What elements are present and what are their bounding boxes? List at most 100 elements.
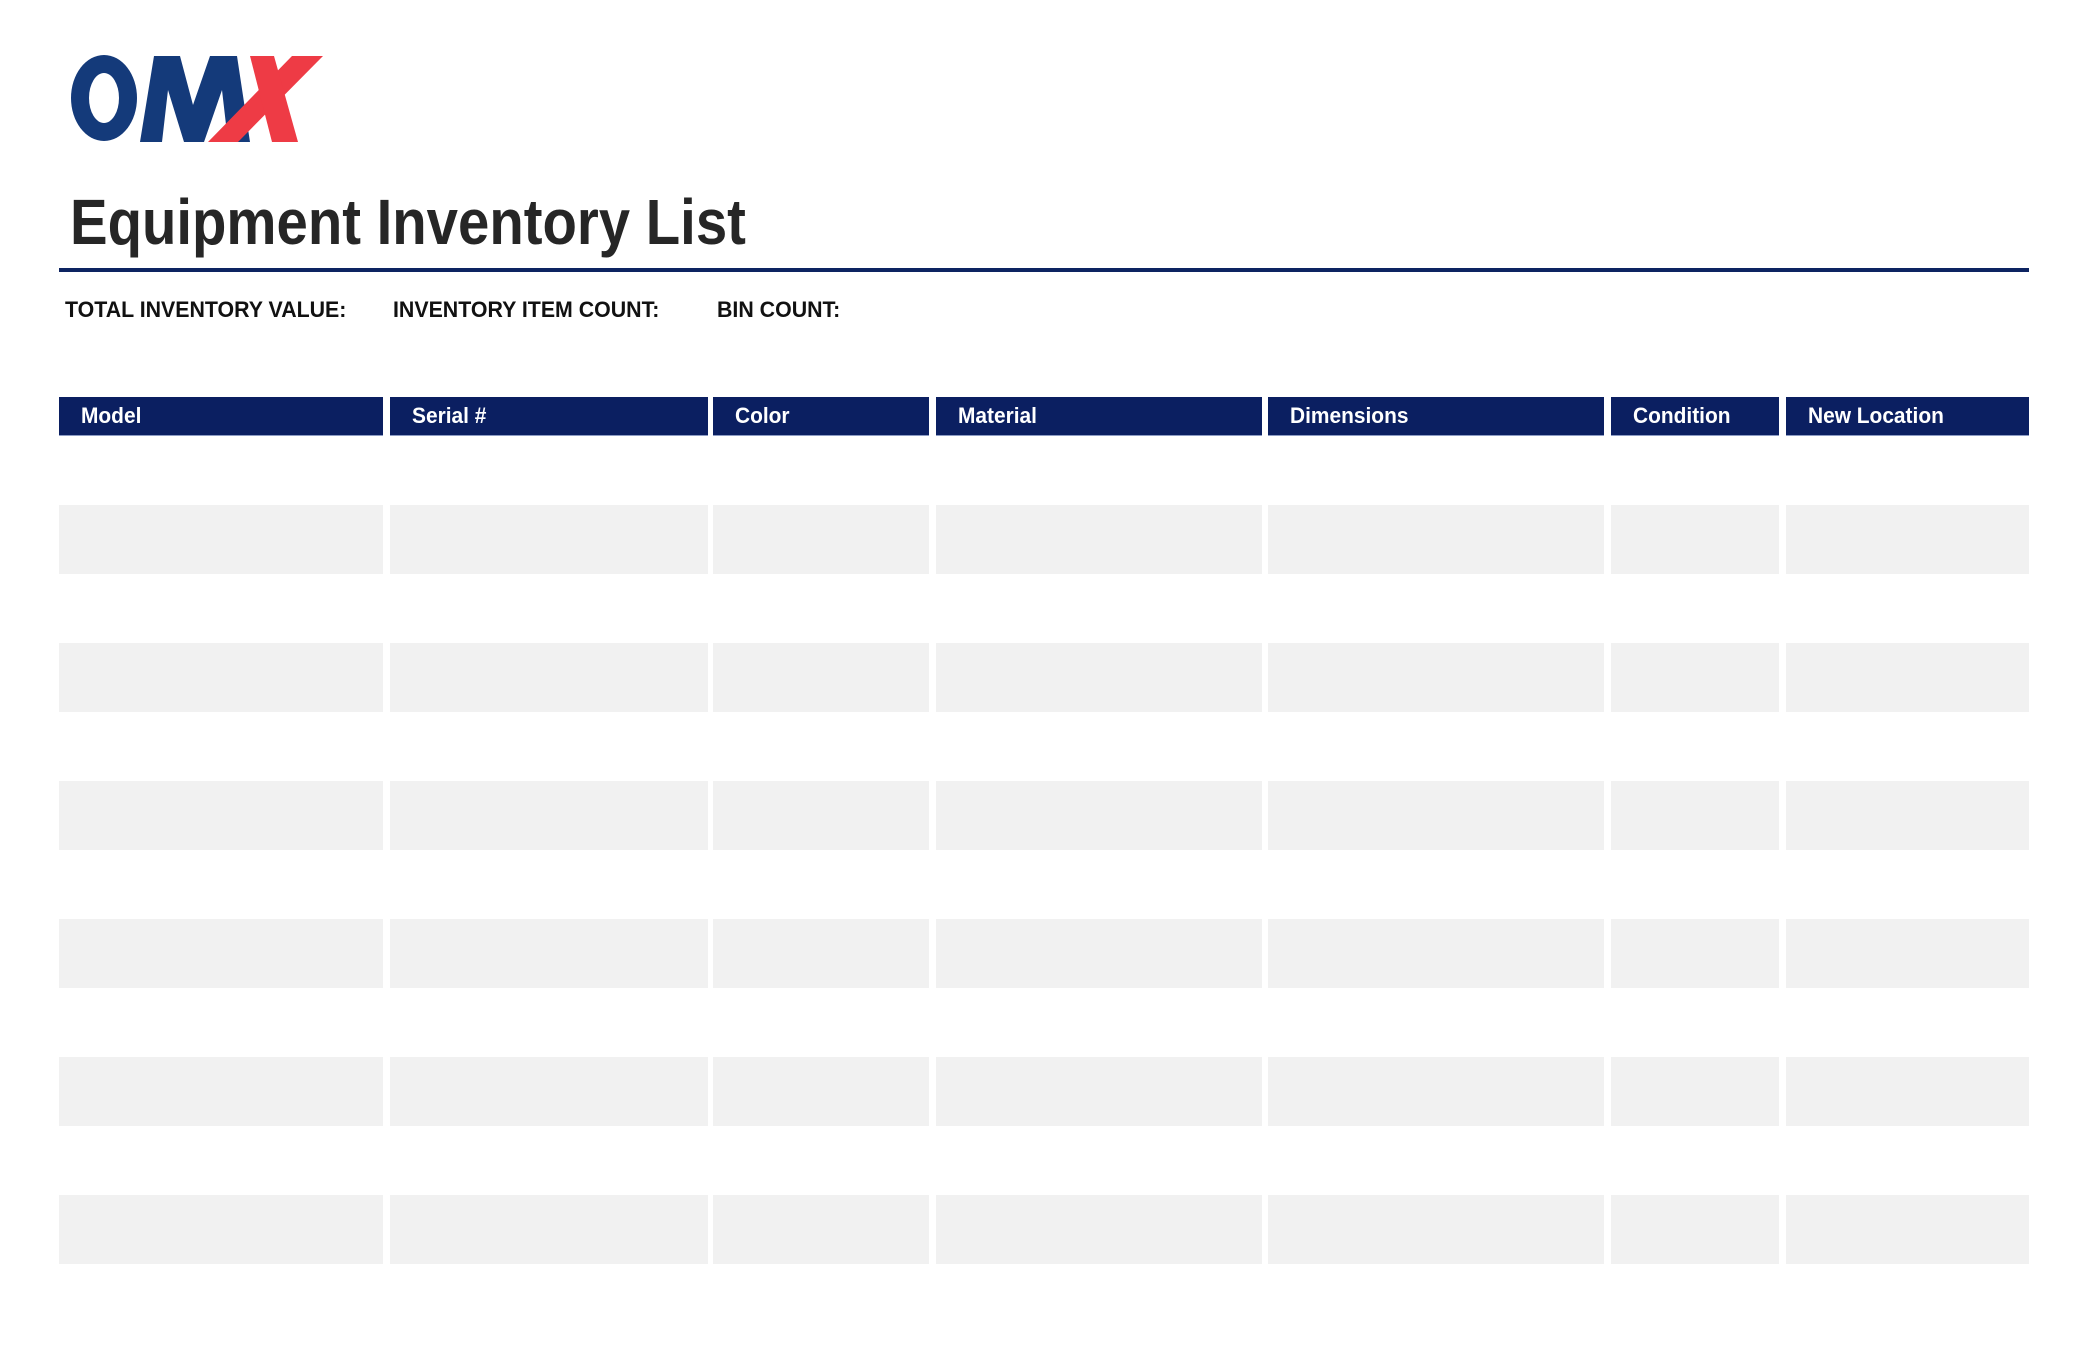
table-cell[interactable] bbox=[713, 850, 929, 919]
title-divider bbox=[59, 268, 2029, 272]
table-cell[interactable] bbox=[1268, 919, 1604, 988]
table-cell[interactable] bbox=[1268, 1195, 1604, 1264]
column-header-dimensions: Dimensions bbox=[1268, 397, 1604, 436]
column-header-label: Material bbox=[958, 403, 1037, 428]
table-cell[interactable] bbox=[59, 1195, 383, 1264]
table-cell[interactable] bbox=[59, 1057, 383, 1126]
table-cell[interactable] bbox=[1268, 850, 1604, 919]
column-header-label: Serial # bbox=[412, 403, 487, 428]
table-cell[interactable] bbox=[713, 643, 929, 712]
table-cell[interactable] bbox=[1786, 988, 2029, 1057]
table-cell[interactable] bbox=[59, 505, 383, 574]
table-cell[interactable] bbox=[390, 781, 708, 850]
table-cell[interactable] bbox=[936, 781, 1262, 850]
table-cell[interactable] bbox=[936, 850, 1262, 919]
column-header-label: Model bbox=[81, 403, 142, 428]
table-cell[interactable] bbox=[1611, 436, 1779, 505]
table-cell[interactable] bbox=[1786, 574, 2029, 643]
table-cell[interactable] bbox=[936, 919, 1262, 988]
table-cell[interactable] bbox=[713, 712, 929, 781]
omx-logo bbox=[71, 55, 323, 142]
table-cell[interactable] bbox=[390, 1126, 708, 1195]
table-cell[interactable] bbox=[59, 436, 383, 505]
table-cell[interactable] bbox=[1611, 781, 1779, 850]
table-cell[interactable] bbox=[390, 712, 708, 781]
table-cell[interactable] bbox=[390, 574, 708, 643]
table-cell[interactable] bbox=[713, 1195, 929, 1264]
table-cell[interactable] bbox=[1786, 1126, 2029, 1195]
column-header-label: Condition bbox=[1633, 403, 1731, 428]
table-cell[interactable] bbox=[390, 850, 708, 919]
table-cell[interactable] bbox=[936, 1195, 1262, 1264]
table-cell[interactable] bbox=[936, 1126, 1262, 1195]
table-cell[interactable] bbox=[390, 1057, 708, 1126]
column-header-label: New Location bbox=[1808, 403, 1944, 428]
table-cell[interactable] bbox=[59, 643, 383, 712]
table-cell[interactable] bbox=[713, 781, 929, 850]
table-cell[interactable] bbox=[390, 1195, 708, 1264]
table-cell[interactable] bbox=[713, 436, 929, 505]
bin-count-label: BIN COUNT: bbox=[717, 297, 841, 322]
table-cell[interactable] bbox=[390, 643, 708, 712]
table-cell[interactable] bbox=[1611, 643, 1779, 712]
table-cell[interactable] bbox=[1268, 712, 1604, 781]
table-cell[interactable] bbox=[936, 988, 1262, 1057]
table-cell[interactable] bbox=[1786, 505, 2029, 574]
table-cell[interactable] bbox=[59, 988, 383, 1057]
column-header-condition: Condition bbox=[1611, 397, 1779, 436]
table-cell[interactable] bbox=[936, 643, 1262, 712]
table-cell[interactable] bbox=[1268, 436, 1604, 505]
table-cell[interactable] bbox=[936, 505, 1262, 574]
table-cell[interactable] bbox=[1786, 436, 2029, 505]
table-cell[interactable] bbox=[1268, 574, 1604, 643]
table-cell[interactable] bbox=[936, 436, 1262, 505]
table-cell[interactable] bbox=[713, 574, 929, 643]
column-header-label: Color bbox=[735, 403, 790, 428]
table-cell[interactable] bbox=[1268, 643, 1604, 712]
table-cell[interactable] bbox=[1786, 919, 2029, 988]
table-cell[interactable] bbox=[1786, 712, 2029, 781]
table-cell[interactable] bbox=[1786, 643, 2029, 712]
table-cell[interactable] bbox=[59, 574, 383, 643]
table-cell[interactable] bbox=[1611, 988, 1779, 1057]
table-cell[interactable] bbox=[390, 988, 708, 1057]
table-cell[interactable] bbox=[1611, 1195, 1779, 1264]
table-cell[interactable] bbox=[59, 850, 383, 919]
table-cell[interactable] bbox=[1786, 850, 2029, 919]
table-cell[interactable] bbox=[713, 1126, 929, 1195]
table-cell[interactable] bbox=[59, 781, 383, 850]
table-cell[interactable] bbox=[1268, 1057, 1604, 1126]
table-cell[interactable] bbox=[936, 574, 1262, 643]
table-cell[interactable] bbox=[1786, 1057, 2029, 1126]
table-cell[interactable] bbox=[1268, 781, 1604, 850]
table-cell[interactable] bbox=[713, 919, 929, 988]
table-cell[interactable] bbox=[1268, 505, 1604, 574]
column-header-new-location: New Location bbox=[1786, 397, 2029, 436]
table-cell[interactable] bbox=[713, 1057, 929, 1126]
table-cell[interactable] bbox=[713, 988, 929, 1057]
page-title: Equipment Inventory List bbox=[70, 186, 746, 258]
table-cell[interactable] bbox=[1268, 988, 1604, 1057]
table-cell[interactable] bbox=[1611, 850, 1779, 919]
table-cell[interactable] bbox=[936, 1057, 1262, 1126]
table-cell[interactable] bbox=[1786, 781, 2029, 850]
table-cell[interactable] bbox=[59, 919, 383, 988]
table-cell[interactable] bbox=[1611, 1057, 1779, 1126]
table-cell[interactable] bbox=[390, 505, 708, 574]
table-cell[interactable] bbox=[1611, 712, 1779, 781]
table-cell[interactable] bbox=[936, 712, 1262, 781]
table-cell[interactable] bbox=[1611, 919, 1779, 988]
table-cell[interactable] bbox=[59, 1126, 383, 1195]
table-cell[interactable] bbox=[713, 505, 929, 574]
table-cell[interactable] bbox=[59, 712, 383, 781]
table-cell[interactable] bbox=[1268, 1126, 1604, 1195]
column-header-color: Color bbox=[713, 397, 929, 436]
inventory-item-count-label: INVENTORY ITEM COUNT: bbox=[393, 297, 660, 322]
column-header-material: Material bbox=[936, 397, 1262, 436]
table-cell[interactable] bbox=[390, 919, 708, 988]
table-cell[interactable] bbox=[1611, 574, 1779, 643]
table-cell[interactable] bbox=[1611, 1126, 1779, 1195]
table-cell[interactable] bbox=[1786, 1195, 2029, 1264]
table-cell[interactable] bbox=[390, 436, 708, 505]
table-cell[interactable] bbox=[1611, 505, 1779, 574]
